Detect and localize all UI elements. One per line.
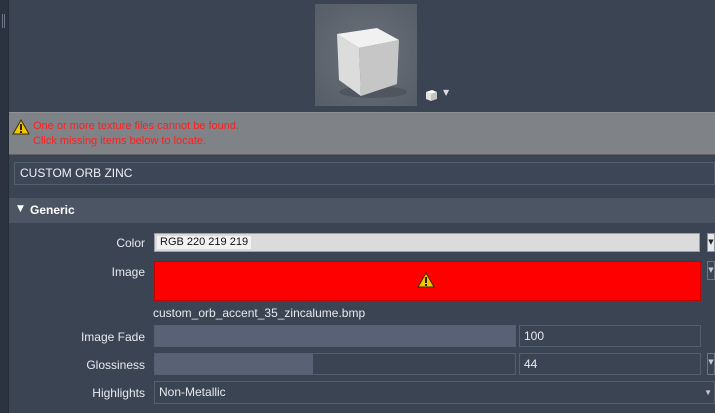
glossiness-label: Glossiness <box>86 358 145 372</box>
warning-line-2: Click missing items below to locate. <box>33 135 207 147</box>
missing-texture-warning[interactable]: One or more texture files cannot be foun… <box>9 112 715 155</box>
chevron-down-icon[interactable]: ▼ <box>443 88 449 97</box>
glossiness-slider-fill <box>155 354 314 374</box>
color-swatch[interactable]: RGB 220 219 219 <box>154 233 700 252</box>
image-filename[interactable]: custom_orb_accent_35_zincalume.bmp <box>153 306 365 320</box>
panel-grip-icon <box>2 14 5 28</box>
cube-icon[interactable] <box>424 87 439 102</box>
glossiness-input[interactable]: 44 <box>519 353 701 375</box>
image-fade-input[interactable]: 100 <box>519 325 701 347</box>
cube-preview-icon <box>315 4 417 106</box>
material-preview-swatch[interactable] <box>315 4 417 106</box>
image-fade-label: Image Fade <box>80 330 145 344</box>
warning-line-1: One or more texture files cannot be foun… <box>33 120 240 132</box>
image-menu-button[interactable]: ▼ <box>707 261 715 280</box>
color-menu-button[interactable]: ▼ <box>707 233 715 252</box>
color-value: RGB 220 219 219 <box>157 236 252 249</box>
color-label: Color <box>116 236 145 250</box>
section-header-generic[interactable]: ▼ Generic <box>9 198 715 223</box>
warning-triangle-icon <box>417 272 435 288</box>
warning-message: One or more texture files cannot be foun… <box>33 119 239 149</box>
glossiness-menu-button[interactable]: ▼ <box>707 353 715 375</box>
section-title: Generic <box>30 203 75 217</box>
image-fade-slider[interactable] <box>154 325 516 347</box>
chevron-down-icon[interactable]: ▼ <box>704 382 712 403</box>
glossiness-slider[interactable] <box>154 353 516 375</box>
highlights-value: Non-Metallic <box>159 385 226 399</box>
image-fade-slider-fill <box>155 326 515 346</box>
image-texture-slot[interactable] <box>154 261 701 301</box>
highlights-select[interactable]: Non-Metallic ▼ <box>154 381 715 404</box>
image-label: Image <box>111 265 145 279</box>
left-panel-strip[interactable] <box>0 0 9 413</box>
highlights-label: Highlights <box>92 386 145 400</box>
warning-triangle-icon <box>12 119 30 135</box>
material-preview-area: ▼ <box>9 0 715 112</box>
collapse-arrow-icon[interactable]: ▼ <box>17 204 24 214</box>
material-name-field[interactable]: CUSTOM ORB ZINC <box>14 162 715 185</box>
